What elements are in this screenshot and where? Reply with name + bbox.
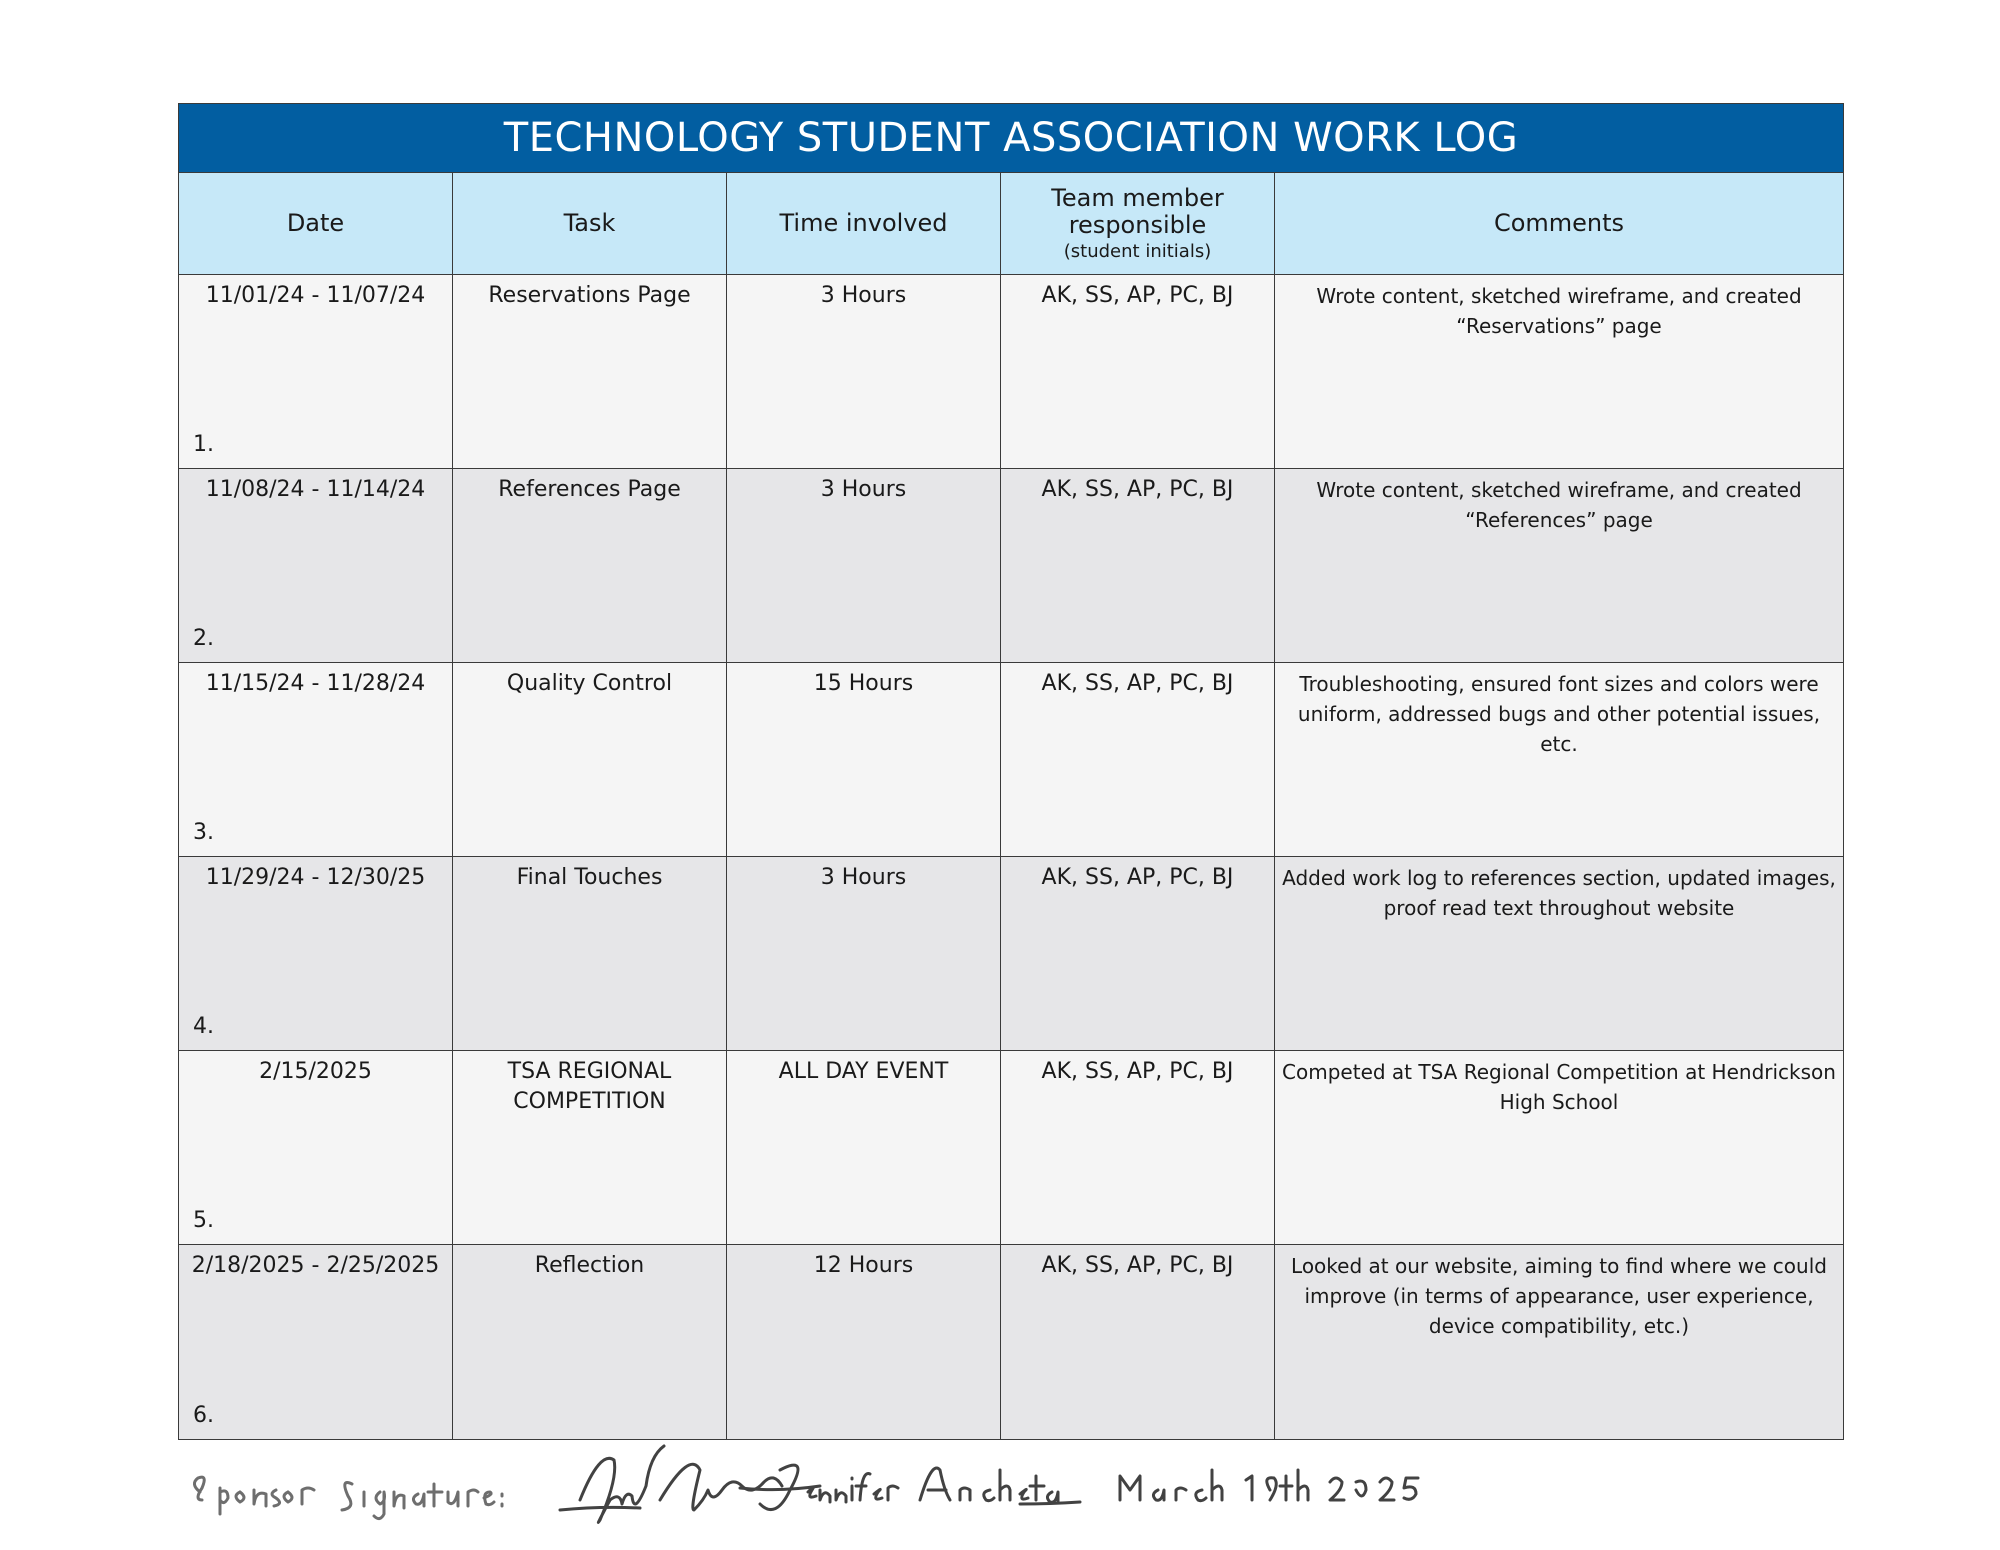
header-member: Team member responsible (student initial…	[1001, 173, 1275, 275]
table-row: 11/01/24 - 11/07/24 1. Reservations Page …	[179, 275, 1843, 469]
time-cell: 3 Hours	[727, 857, 1001, 1051]
task-cell: Reflection	[453, 1245, 727, 1439]
row-number: 4.	[193, 1014, 214, 1039]
table-row: 2/15/2025 5. TSA REGIONAL COMPETITION ALL…	[179, 1051, 1843, 1245]
comments-cell: Wrote content, sketched wireframe, and c…	[1275, 275, 1843, 469]
header-comments-label: Comments	[1493, 209, 1625, 238]
header-time: Time involved	[727, 173, 1001, 275]
sponsor-signature	[193, 1444, 1420, 1524]
row-number: 3.	[193, 820, 214, 845]
members-cell: AK, SS, AP, PC, BJ	[1001, 275, 1275, 469]
time-cell: 3 Hours	[727, 275, 1001, 469]
date-cell: 2/18/2025 - 2/25/2025 6.	[179, 1245, 453, 1439]
work-log-table: TECHNOLOGY STUDENT ASSOCIATION WORK LOG …	[178, 103, 1844, 1440]
header-date: Date	[179, 173, 453, 275]
date-cell: 11/29/24 - 12/30/25 4.	[179, 857, 453, 1051]
date-text: 11/15/24 - 11/28/24	[205, 671, 426, 696]
date-text: 2/18/2025 - 2/25/2025	[191, 1253, 440, 1278]
time-cell: 3 Hours	[727, 469, 1001, 663]
date-cell: 11/01/24 - 11/07/24 1.	[179, 275, 453, 469]
header-task-label: Task	[563, 209, 616, 238]
date-text: 2/15/2025	[259, 1059, 372, 1084]
date-cell: 11/15/24 - 11/28/24 3.	[179, 663, 453, 857]
header-row: Date Task Time involved Team member resp…	[179, 173, 1843, 275]
row-number: 1.	[193, 432, 214, 457]
task-cell: Quality Control	[453, 663, 727, 857]
table-title: TECHNOLOGY STUDENT ASSOCIATION WORK LOG	[179, 104, 1843, 173]
comments-cell: Added work log to references section, up…	[1275, 857, 1843, 1051]
members-cell: AK, SS, AP, PC, BJ	[1001, 469, 1275, 663]
table-row: 2/18/2025 - 2/25/2025 6. Reflection 12 Ho…	[179, 1245, 1843, 1439]
header-task: Task	[453, 173, 727, 275]
task-cell: Final Touches	[453, 857, 727, 1051]
members-cell: AK, SS, AP, PC, BJ	[1001, 857, 1275, 1051]
date-text: 11/08/24 - 11/14/24	[205, 477, 426, 502]
comments-cell: Looked at our website, aiming to find wh…	[1275, 1245, 1843, 1439]
date-text: 11/29/24 - 12/30/25	[205, 865, 426, 890]
table-row: 11/15/24 - 11/28/24 3. Quality Control 15…	[179, 663, 1843, 857]
header-date-label: Date	[286, 209, 345, 238]
time-cell: ALL DAY EVENT	[727, 1051, 1001, 1245]
task-cell: Reservations Page	[453, 275, 727, 469]
time-cell: 15 Hours	[727, 663, 1001, 857]
task-cell: TSA REGIONAL COMPETITION	[453, 1051, 727, 1245]
members-cell: AK, SS, AP, PC, BJ	[1001, 1245, 1275, 1439]
date-cell: 2/15/2025 5.	[179, 1051, 453, 1245]
comments-cell: Troubleshooting, ensured font sizes and …	[1275, 663, 1843, 857]
header-member-sublabel: (student initials)	[1063, 240, 1212, 262]
task-cell: References Page	[453, 469, 727, 663]
table-row: 11/29/24 - 12/30/25 4. Final Touches 3 Ho…	[179, 857, 1843, 1051]
members-cell: AK, SS, AP, PC, BJ	[1001, 663, 1275, 857]
table-row: 11/08/24 - 11/14/24 2. References Page 3 …	[179, 469, 1843, 663]
comments-cell: Wrote content, sketched wireframe, and c…	[1275, 469, 1843, 663]
row-number: 6.	[193, 1403, 214, 1428]
time-cell: 12 Hours	[727, 1245, 1001, 1439]
members-cell: AK, SS, AP, PC, BJ	[1001, 1051, 1275, 1245]
row-number: 5.	[193, 1208, 214, 1233]
date-cell: 11/08/24 - 11/14/24 2.	[179, 469, 453, 663]
row-number: 2.	[193, 626, 214, 651]
header-time-label: Time involved	[779, 209, 948, 238]
header-comments: Comments	[1275, 173, 1843, 275]
comments-cell: Competed at TSA Regional Competition at …	[1275, 1051, 1843, 1245]
date-text: 11/01/24 - 11/07/24	[205, 283, 426, 308]
header-member-label: Team member responsible	[1051, 184, 1224, 239]
